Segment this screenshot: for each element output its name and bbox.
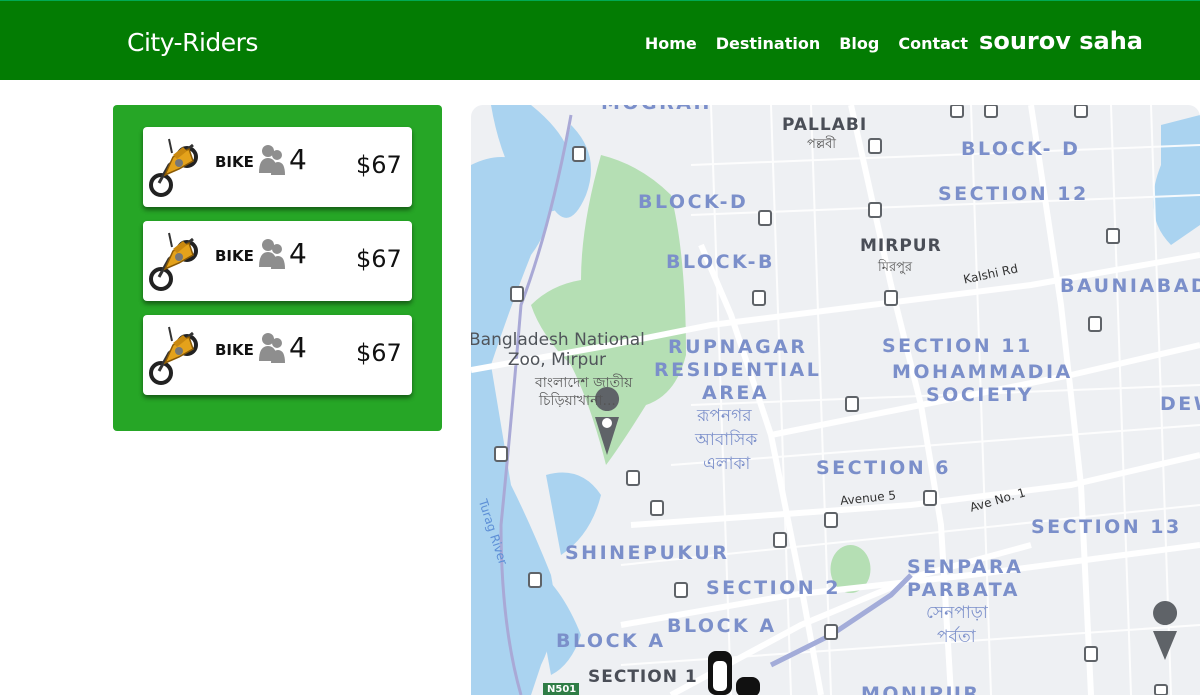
ride-card[interactable]: BIKE 4 $67	[143, 221, 412, 301]
passengers-icon	[259, 145, 285, 175]
nav-destination[interactable]: Destination	[716, 34, 821, 53]
map-label: SECTION 12	[938, 183, 1089, 205]
highway-shield: N501	[547, 684, 577, 695]
nav-contact[interactable]: Contact	[898, 34, 968, 53]
zoo-label: Bangladesh National Zoo, Mirpur	[471, 330, 645, 370]
map-label: BLOCK A	[556, 630, 666, 652]
passenger-count: 4	[289, 237, 307, 270]
map-label: এলাকা	[703, 454, 751, 474]
motorbike-icon	[149, 232, 198, 291]
water-body	[1153, 115, 1200, 245]
map-label: RESIDENTIAL	[654, 359, 822, 381]
ride-type: BIKE	[215, 341, 254, 359]
map-label: RUPNAGAR	[668, 336, 808, 358]
navbar: City-Riders Home Destination Blog Contac…	[0, 0, 1200, 80]
ride-card[interactable]: BIKE 4 $67	[143, 127, 412, 207]
map-label: পর্বতা	[937, 627, 976, 647]
ride-price: $67	[356, 245, 402, 273]
ride-options-panel: BIKE 4 $67 BIKE 4 $67 BIKE 4 $67	[113, 105, 442, 431]
map-label: চিড়িয়াখানা...	[539, 393, 616, 409]
ride-price: $67	[356, 339, 402, 367]
passengers-icon	[259, 239, 285, 269]
map-label: মিরপুর	[878, 260, 913, 275]
map-label: PALLABI	[782, 115, 868, 135]
nav-home[interactable]: Home	[645, 34, 697, 53]
map-label: SHINEPUKUR	[565, 542, 730, 564]
motorbike-icon	[149, 138, 198, 197]
zoo-label-line: Bangladesh National	[471, 330, 645, 350]
motorbike-icon	[149, 326, 198, 385]
nav-blog[interactable]: Blog	[839, 34, 879, 53]
passenger-count: 4	[289, 331, 307, 364]
map-label: SECTION 2	[706, 577, 842, 599]
map-label: BAUNIABAD	[1060, 275, 1200, 297]
map-label: MOHAMMADIA	[892, 361, 1073, 383]
map-label: BLOCK-B	[666, 251, 775, 273]
map-view[interactable]: MOGRAH PALLABI পল্লবী BLOCK- D SECTION 1…	[471, 105, 1200, 695]
passengers-icon	[259, 333, 285, 363]
map-label: SECTION 13	[1031, 516, 1182, 538]
nav-links: Home Destination Blog Contact sourov sah…	[645, 27, 1143, 55]
map-label: BLOCK- D	[961, 138, 1081, 160]
map-label: SECTION 6	[816, 457, 952, 479]
map-label: MOGRAH	[601, 105, 712, 114]
user-name[interactable]: sourov saha	[979, 27, 1143, 55]
ride-price: $67	[356, 151, 402, 179]
map-label: পল্লবী	[807, 137, 837, 152]
passenger-count: 4	[289, 143, 307, 176]
ride-type: BIKE	[215, 153, 254, 171]
ride-type: BIKE	[215, 247, 254, 265]
map-label: DEW	[1160, 393, 1200, 415]
map-label: PARBATA	[907, 579, 1020, 601]
map-label: BLOCK A	[667, 615, 777, 637]
map-label: SECTION 11	[882, 335, 1033, 357]
map-label: SENPARA	[907, 556, 1024, 578]
map-label: SECTION 1	[588, 667, 698, 687]
ride-card[interactable]: BIKE 4 $67	[143, 315, 412, 395]
map-label: MIRPUR	[860, 236, 942, 256]
zoo-label-line: Zoo, Mirpur	[507, 350, 607, 370]
map-label: BLOCK-D	[638, 191, 749, 213]
map-label: AREA	[702, 382, 770, 404]
brand-logo[interactable]: City-Riders	[127, 28, 258, 57]
map-label: SOCIETY	[926, 384, 1035, 406]
map-label: MONIPUR	[861, 683, 981, 695]
